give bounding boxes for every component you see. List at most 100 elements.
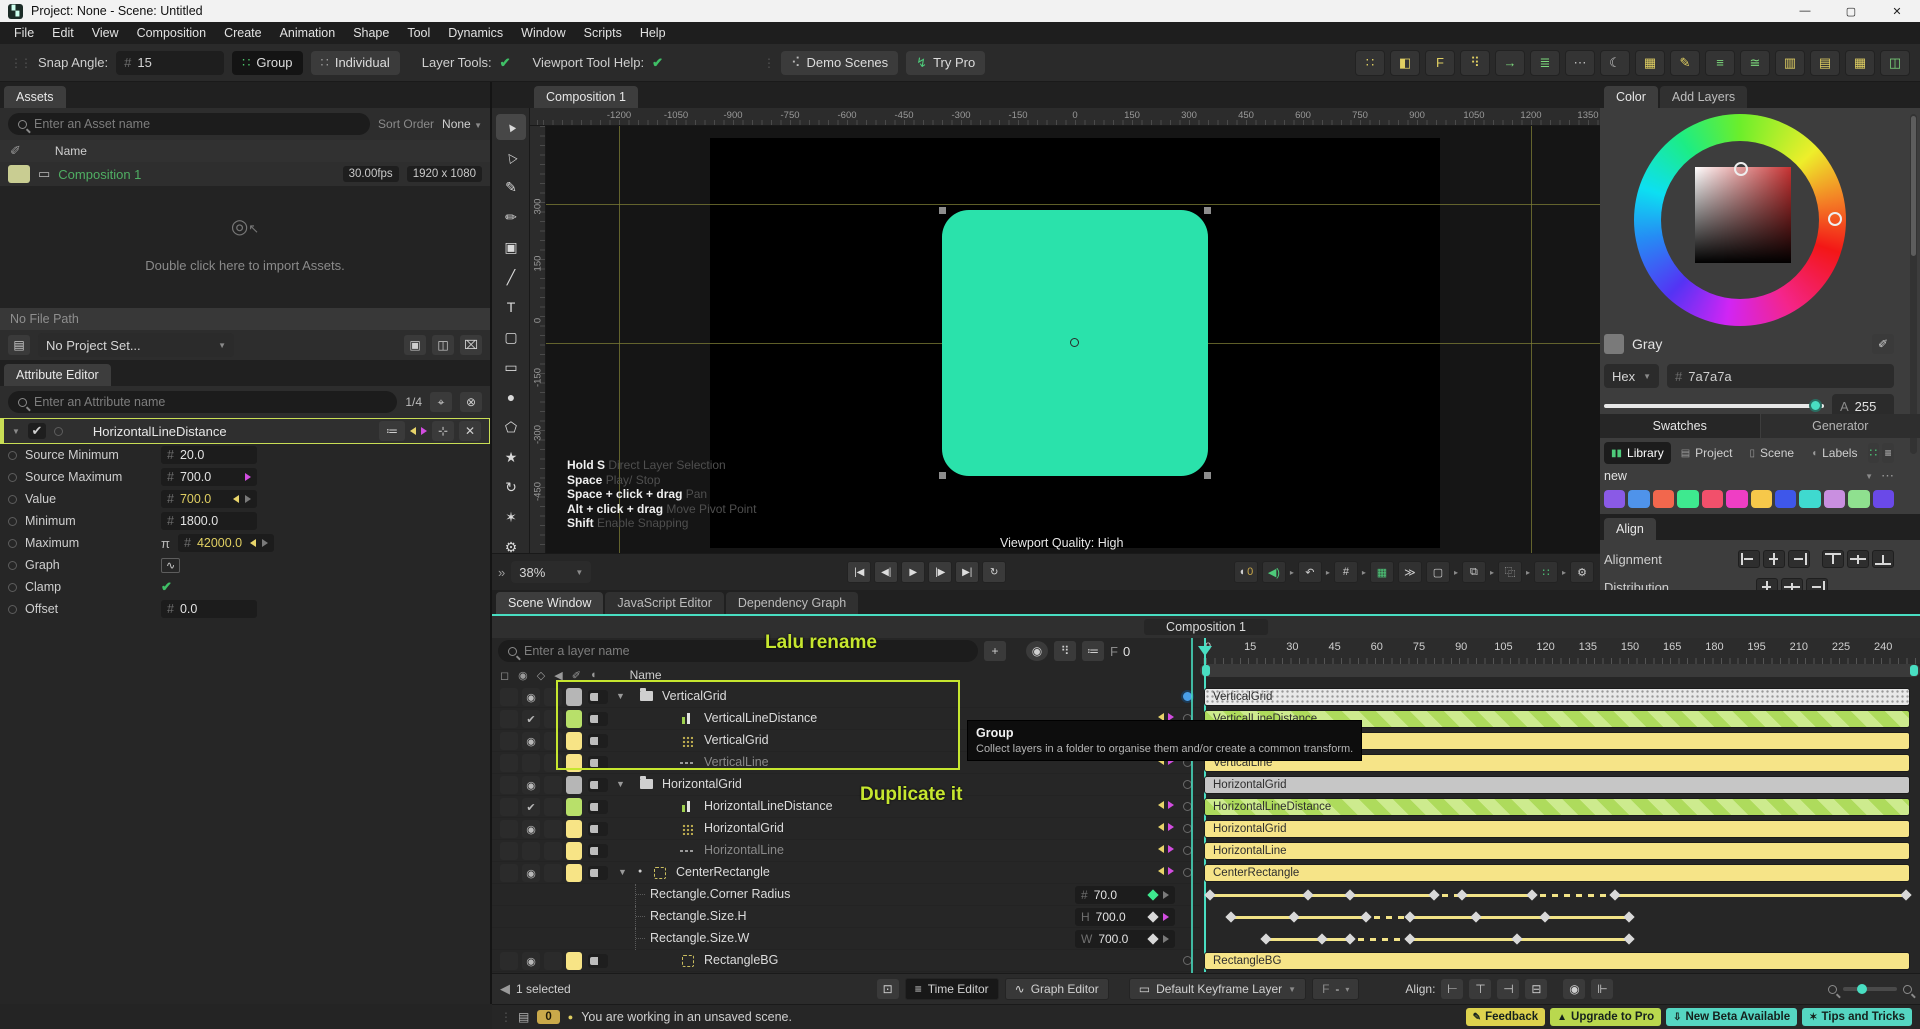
visibility-eye-icon[interactable]: ◉ [522, 820, 540, 838]
sort-order-select[interactable]: None ▼ [442, 117, 482, 131]
rows-icon[interactable]: ▤ [1810, 50, 1840, 76]
timeline-bar-rectanglebg[interactable]: RectangleBG [1204, 952, 1910, 970]
keyframe-diamond[interactable] [1404, 933, 1415, 944]
layer-slot[interactable] [500, 776, 518, 794]
hex-mode-select[interactable]: Hex▼ [1604, 364, 1659, 388]
monitor-icon[interactable]: ▢ [1426, 561, 1450, 583]
add-layers-tab[interactable]: Add Layers [1660, 86, 1747, 108]
layer-slot[interactable] [500, 732, 518, 750]
snap-icon[interactable]: ◉ [1563, 979, 1585, 999]
keyframe-diamond[interactable] [1260, 933, 1271, 944]
project-set-dropdown[interactable]: No Project Set...▼ [38, 333, 234, 357]
individual-pivot-button[interactable]: ∷Individual [311, 51, 400, 75]
pivot-point[interactable] [1070, 338, 1079, 347]
lock-icon[interactable]: ◻ [500, 669, 509, 682]
timeline-bar-centerrectangle[interactable]: CenterRectangle [1204, 864, 1910, 882]
layer-color-swatch[interactable] [566, 952, 582, 970]
enabled-check-icon[interactable]: ✔ [28, 423, 46, 439]
rotate-tool[interactable]: ↻ [496, 474, 526, 500]
align-top-button[interactable] [1822, 550, 1844, 568]
ellipse-tool[interactable]: ● [496, 384, 526, 410]
selection-handle-br[interactable] [1204, 472, 1211, 479]
folder-icon[interactable]: ▣ [404, 335, 426, 355]
warning-badge[interactable]: 0 [537, 1010, 559, 1024]
snap-angle-input[interactable]: #15 [116, 51, 224, 75]
pen-icon[interactable]: ✎ [1670, 50, 1700, 76]
loop-button[interactable]: ↻ [982, 561, 1006, 583]
undo-view-icon-caret[interactable]: ▸ [1326, 568, 1330, 577]
render-settings-icon[interactable]: ⚙ [1570, 561, 1594, 583]
swatch-chip-5[interactable] [1726, 490, 1747, 508]
key-nav-icons[interactable] [1158, 801, 1174, 809]
horizontal-ruler[interactable]: -1200-1050-900-750-600-450-300-150015030… [530, 108, 1600, 126]
visibility-eye-icon[interactable]: ◉ [522, 688, 540, 706]
align-center-h-button[interactable] [1763, 550, 1785, 568]
beta-button[interactable]: ⇩New Beta Available [1666, 1008, 1797, 1026]
menu-window[interactable]: Window [513, 24, 573, 42]
layer-slot[interactable] [500, 688, 518, 706]
next-frame-button[interactable]: |▶ [928, 561, 952, 583]
close-button[interactable]: ✕ [1874, 0, 1920, 22]
grid-icon[interactable]: ▦ [1845, 50, 1875, 76]
pencil-tool[interactable]: ✏ [496, 204, 526, 230]
next-key-icon[interactable] [262, 539, 268, 547]
ff-icon[interactable]: ≫ [1398, 561, 1422, 583]
prev-key-icon[interactable] [233, 495, 239, 503]
clear-filter-icon[interactable]: ⊗ [460, 392, 482, 412]
layer-row-horizontalgrid[interactable]: ◉▼HorizontalGrid [492, 774, 1200, 796]
box-3d-icon[interactable]: ◧ [1390, 50, 1420, 76]
minimize-button[interactable]: — [1782, 0, 1828, 22]
skip-start-button[interactable]: |◀ [847, 561, 871, 583]
keyframe-value-field[interactable]: #70.0 [1075, 886, 1175, 904]
keyframe-diamond[interactable] [1623, 911, 1634, 922]
eye-icon[interactable]: ◉ [518, 669, 528, 682]
keyframe-diamond[interactable] [1511, 933, 1522, 944]
clamp-check[interactable]: ✔ [161, 579, 172, 595]
swatch-set-name[interactable]: new [1604, 469, 1627, 483]
keyframe-value-field[interactable]: H700.0 [1075, 908, 1175, 926]
layer-toggle[interactable] [588, 778, 608, 792]
copy-icon-caret[interactable]: ▸ [1526, 568, 1530, 577]
collapse-chevron-icon[interactable]: ▼ [12, 427, 20, 436]
line-tool[interactable]: ╱ [496, 264, 526, 290]
library-tab[interactable]: ▮▮Library [1604, 442, 1671, 464]
checker-icon-caret[interactable]: ▸ [1562, 568, 1566, 577]
layer-name[interactable]: HorizontalLine [704, 843, 784, 857]
keyframe-diamond-icon[interactable] [1147, 911, 1158, 922]
swatch-chip-0[interactable] [1604, 490, 1625, 508]
layer-slot[interactable] [500, 710, 518, 728]
layer-slot[interactable] [522, 754, 540, 772]
align-center-icon[interactable]: ≅ [1740, 50, 1770, 76]
sparkle-tool[interactable]: ✶ [496, 504, 526, 530]
keyframe-diamond[interactable] [1316, 933, 1327, 944]
demo-scenes-button[interactable]: ⠪Demo Scenes [781, 51, 898, 75]
columns-icon[interactable]: ▥ [1775, 50, 1805, 76]
next-key-icon[interactable] [1163, 935, 1169, 943]
value-field[interactable]: #20.0 [161, 446, 257, 464]
ripple-icon[interactable]: ⊩ [1591, 979, 1613, 999]
layer-row-horizontalgrid[interactable]: ◉HorizontalGrid [492, 818, 1200, 840]
labels-tab[interactable]: ◖Labels [1804, 442, 1864, 464]
upgrade-button[interactable]: ▲Upgrade to Pro [1550, 1008, 1661, 1026]
trash-icon[interactable]: ⌧ [460, 335, 482, 355]
keyframe-diamond-icon[interactable] [1147, 889, 1158, 900]
eyedropper-icon[interactable]: ✐ [10, 143, 21, 159]
grid-view-icon[interactable]: ∷ [1868, 443, 1880, 463]
menu-animation[interactable]: Animation [272, 24, 344, 42]
keyframe-diamond[interactable] [1428, 889, 1439, 900]
layer-row-rectangle-corner-radius[interactable]: #70.0Rectangle.Corner Radius [492, 884, 1200, 906]
layer-name[interactable]: HorizontalLineDistance [704, 799, 833, 813]
vertical-ruler[interactable]: 3001500-150-300-450 [530, 126, 546, 553]
menu-edit[interactable]: Edit [44, 24, 82, 42]
key-nav-icons[interactable] [1158, 823, 1174, 831]
add-layer-button[interactable]: + [984, 641, 1006, 661]
value-field[interactable]: #700.0 [161, 490, 257, 508]
viewport-comp-tab[interactable]: Composition 1 [534, 86, 638, 108]
console-icon[interactable]: ▤ [518, 1010, 529, 1024]
timeline-bar-horizontalgrid[interactable]: HorizontalGrid [1204, 820, 1910, 838]
swatches-tab[interactable]: Swatches [1600, 414, 1760, 438]
sv-selector[interactable] [1734, 162, 1748, 176]
attribute-editor-tab[interactable]: Attribute Editor [4, 364, 111, 386]
align-tab[interactable]: Align [1604, 518, 1656, 540]
layer-slot[interactable] [544, 820, 562, 838]
